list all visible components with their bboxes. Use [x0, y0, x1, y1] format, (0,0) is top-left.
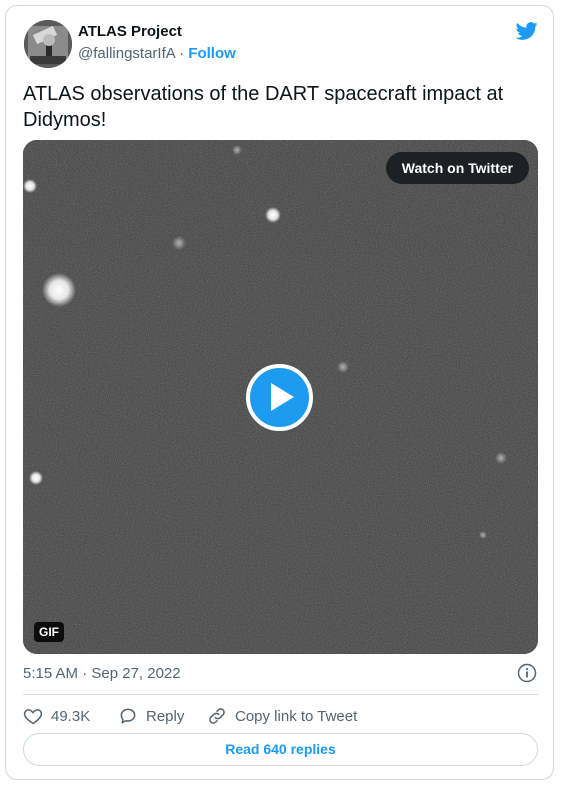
gif-badge: GIF — [34, 622, 64, 642]
reply-bubble-icon — [120, 708, 136, 724]
author-name[interactable]: ATLAS Project — [78, 23, 182, 40]
like-action[interactable]: 49.3K — [23, 705, 90, 727]
author-handle[interactable]: @fallingstarIfA — [78, 45, 175, 62]
like-count: 49.3K — [51, 707, 91, 725]
reply-label: Reply — [146, 707, 185, 725]
watch-on-twitter-button[interactable]: Watch on Twitter — [385, 152, 529, 184]
copy-link-label: Copy link to Tweet — [235, 707, 358, 725]
twitter-bird-icon[interactable] — [514, 20, 540, 42]
heart-icon — [23, 709, 43, 725]
tweet-card: ATLAS Project @fallingstarIfA · Follow A… — [5, 5, 554, 780]
info-icon[interactable] — [517, 663, 537, 683]
divider — [23, 694, 538, 695]
author-handle-row: @fallingstarIfA · Follow — [78, 45, 236, 62]
play-button[interactable] — [246, 364, 313, 431]
tweet-timestamp[interactable]: 5:15 AM · Sep 27, 2022 — [23, 665, 181, 682]
read-replies-button[interactable]: Read 640 replies — [23, 733, 538, 766]
separator-dot: · — [179, 45, 185, 62]
play-icon — [271, 383, 294, 411]
author-avatar[interactable] — [24, 20, 72, 68]
reply-action[interactable]: Reply — [118, 705, 184, 727]
follow-button[interactable]: Follow — [188, 45, 236, 62]
link-icon — [209, 708, 225, 724]
tweet-video[interactable]: Watch on Twitter GIF — [23, 140, 538, 654]
tweet-text: ATLAS observations of the DART spacecraf… — [23, 83, 504, 131]
copy-link-action[interactable]: Copy link to Tweet — [207, 705, 357, 727]
